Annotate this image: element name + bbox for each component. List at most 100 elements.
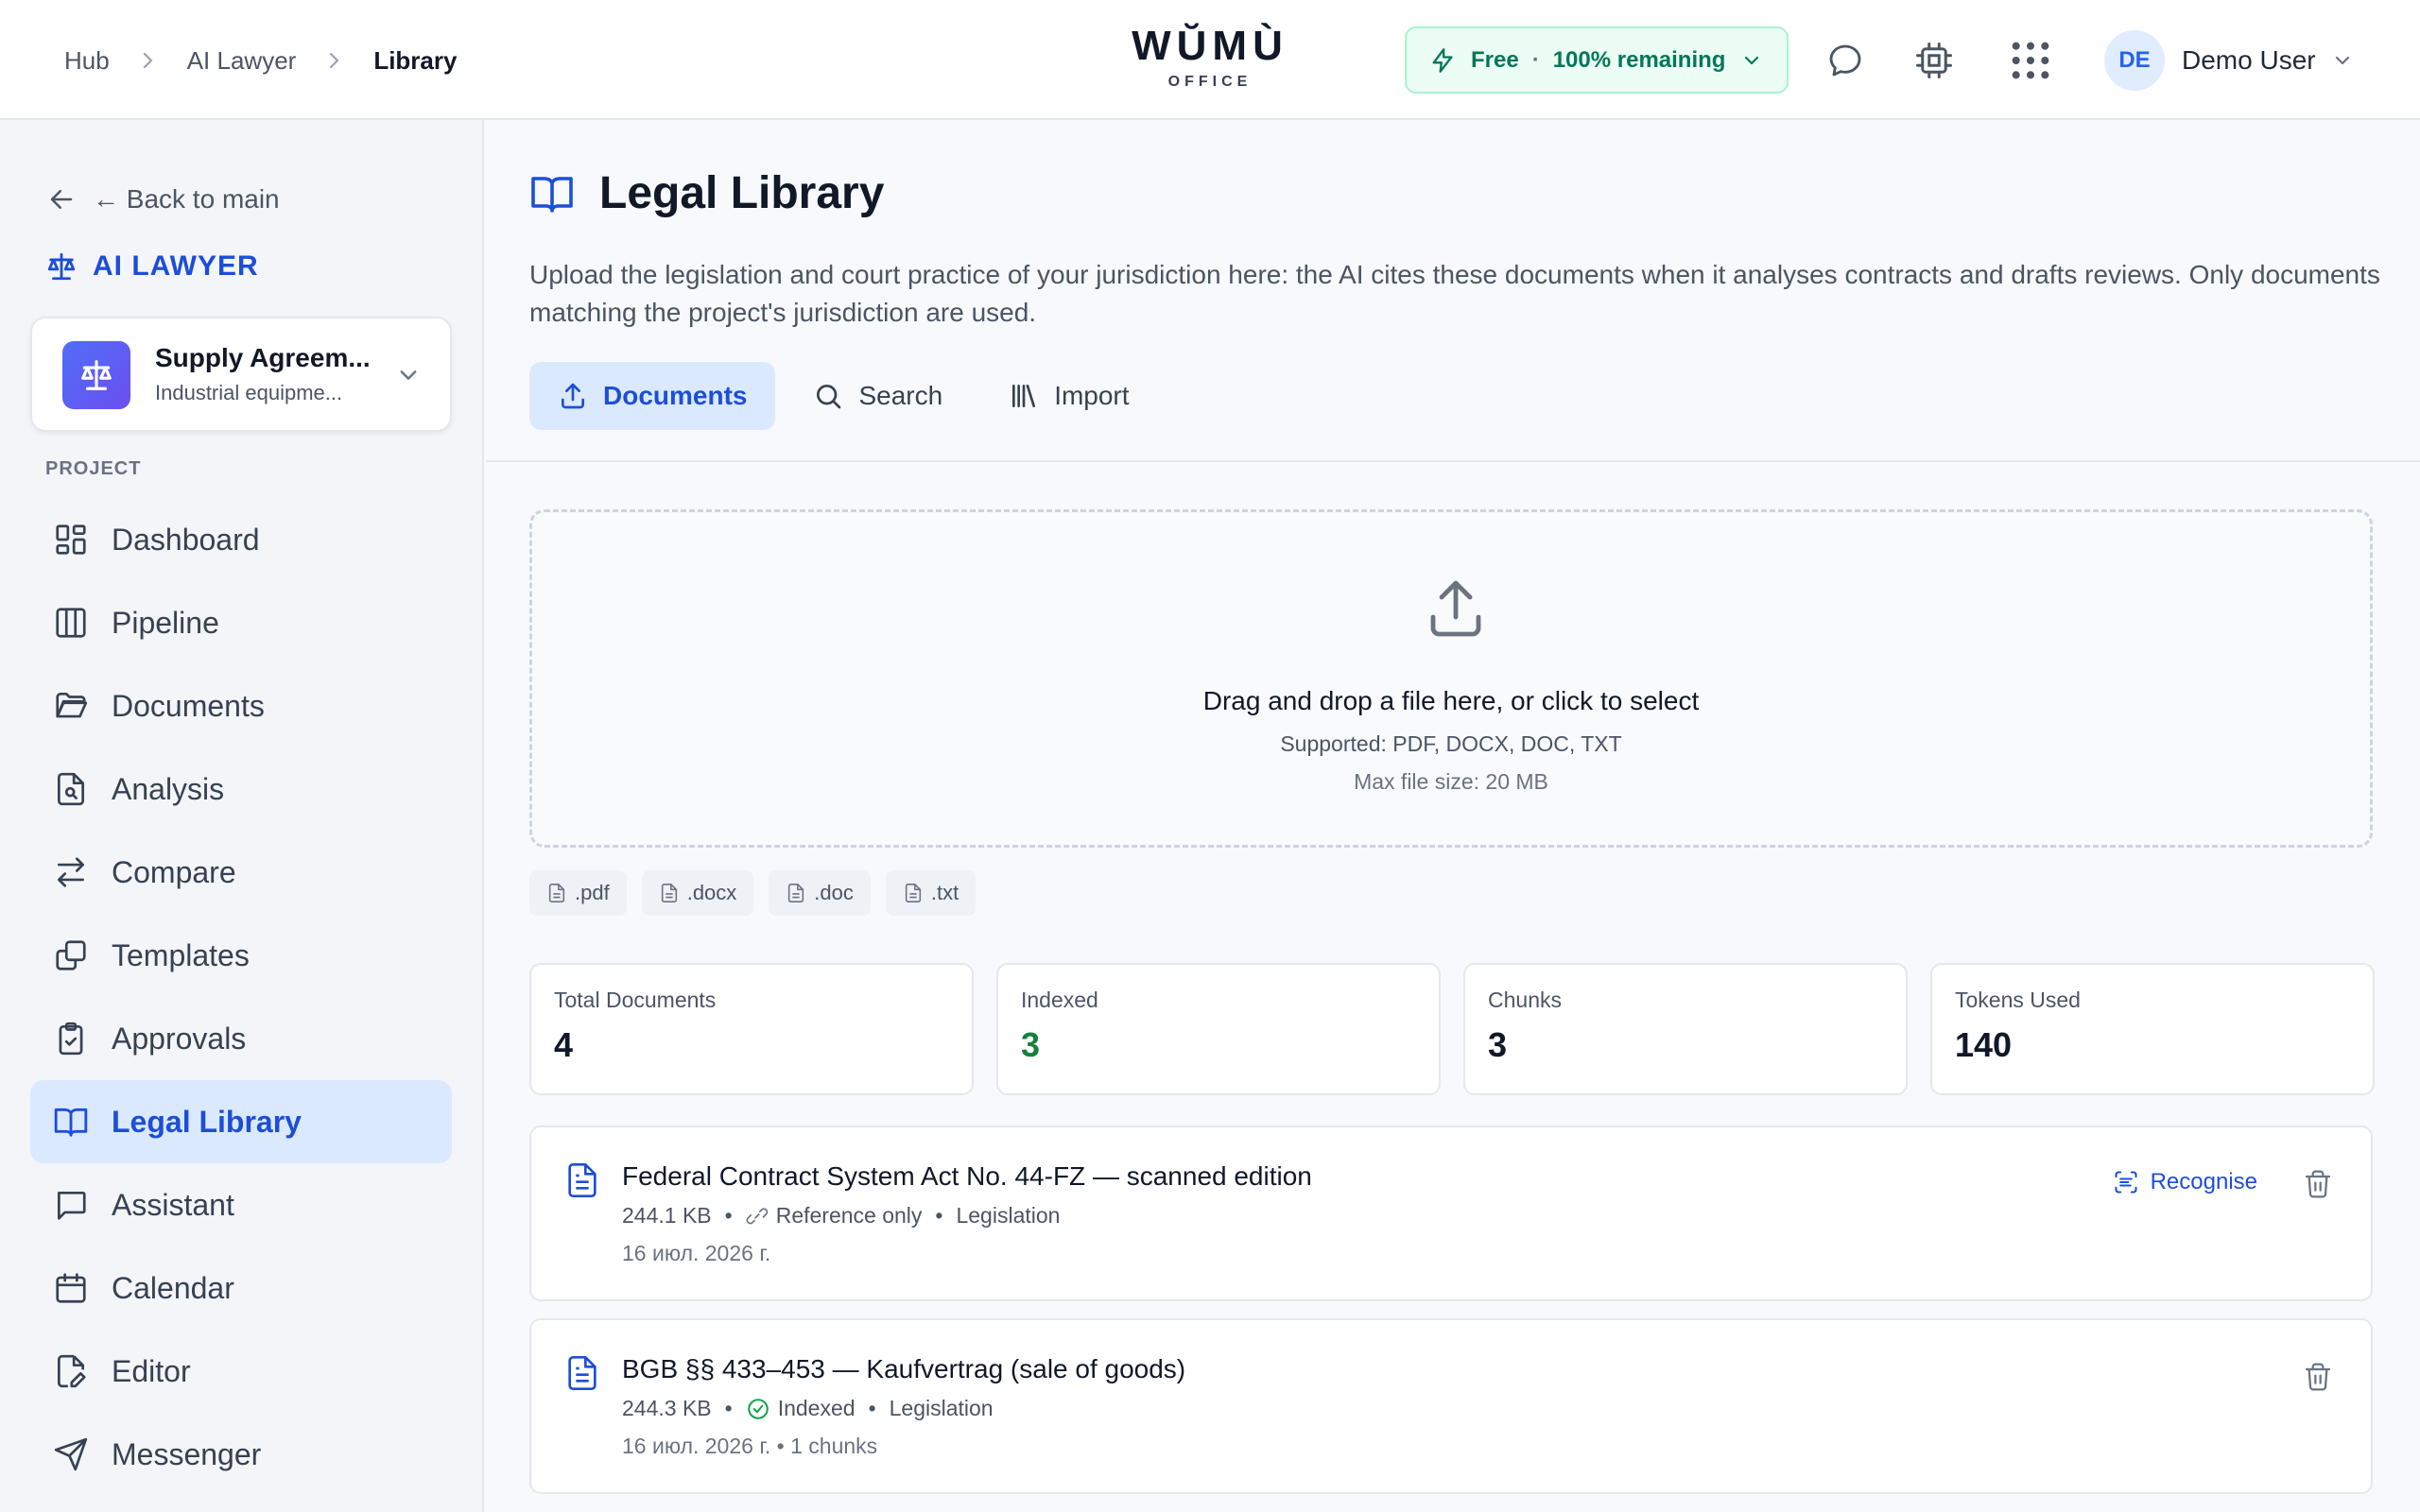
dropzone-max-size: Max file size: 20 MB (1354, 769, 1548, 794)
apps-button[interactable] (2008, 38, 2053, 83)
stats-row: Total Documents 4 Indexed 3 Chunks 3 Tok… (529, 963, 2375, 1095)
page-header: Legal Library Upload the legislation and… (486, 120, 2420, 462)
project-selector[interactable]: Supply Agreem... Industrial equipme... (30, 317, 452, 432)
sidebar-item-label: Messenger (112, 1436, 262, 1471)
file-icon (548, 884, 565, 902)
sidebar-item-approvals[interactable]: Approvals (30, 997, 452, 1080)
document-icon (568, 1163, 596, 1197)
logo-subtitle: OFFICE (1167, 74, 1253, 90)
send-icon (54, 1437, 88, 1471)
search-icon (817, 385, 841, 409)
breadcrumb-ai-lawyer[interactable]: AI Lawyer (187, 46, 297, 76)
pipeline-icon (56, 608, 86, 638)
extension-label: .pdf (575, 881, 610, 904)
stat-label: Indexed (1021, 988, 1098, 1012)
trash-icon (2305, 1363, 2331, 1391)
document-meta: 244.1 KB • Reference only • Legislation (622, 1203, 1060, 1228)
compare-icon (57, 857, 85, 887)
sidebar-item-templates[interactable]: Templates (30, 914, 452, 997)
main-content: Legal Library Upload the legislation and… (486, 120, 2420, 1512)
tab-import[interactable]: Import (980, 362, 1157, 430)
stat-value: 140 (1955, 1025, 2013, 1064)
book-icon (531, 176, 573, 213)
sidebar-item-label: Documents (112, 688, 265, 723)
sidebar-item-label: Templates (112, 937, 250, 972)
delete-button[interactable] (2303, 1362, 2333, 1392)
project-subtitle: Industrial equipme... (155, 381, 343, 404)
arrow-left-icon (50, 190, 73, 209)
document-title: BGB §§ 433–453 — Kaufvertrag (sale of go… (622, 1354, 1186, 1383)
templates-icon (56, 940, 86, 971)
tab-documents[interactable]: Documents (529, 362, 776, 430)
page-title-text: Legal Library (599, 168, 885, 218)
file-icon (661, 884, 677, 902)
section-title: AI LAWYER (45, 250, 259, 283)
chat-icon (57, 1191, 86, 1220)
sidebar-item-calendar[interactable]: Calendar (30, 1246, 452, 1330)
chevron-down-icon (400, 370, 417, 380)
user-name: Demo User (2182, 45, 2316, 75)
project-scales-icon (62, 341, 130, 409)
extension-chip: .docx (641, 870, 754, 916)
library-icon (1012, 385, 1036, 407)
breadcrumb: Hub AI Lawyer Library (64, 42, 457, 79)
back-to-main-link[interactable]: ← Back to main (47, 184, 280, 215)
scales-icon (47, 252, 76, 281)
back-label: ← Back to main (93, 184, 280, 214)
recognise-button[interactable]: Recognise (2113, 1169, 2257, 1195)
processor-button[interactable] (1911, 38, 1957, 83)
check-circle-icon (747, 1398, 769, 1419)
stat-label: Tokens Used (1955, 988, 2081, 1012)
file-icon (788, 884, 804, 902)
sidebar-item-pipeline[interactable]: Pipeline (30, 581, 452, 664)
chat-bubble-icon (1829, 44, 1861, 77)
tab-label: Search (858, 381, 943, 410)
stat-card-total-documents: Total Documents 4 (529, 963, 974, 1095)
sidebar-item-documents[interactable]: Documents (30, 664, 452, 747)
document-date: 16 июл. 2026 г. • 1 chunks (622, 1434, 878, 1458)
extension-label: .doc (814, 881, 854, 904)
plan-remaining: 100% remaining (1552, 46, 1726, 73)
upload-icon (562, 383, 584, 409)
project-name: Supply Agreem... (155, 343, 371, 372)
sidebar-item-compare[interactable]: Compare (30, 831, 452, 914)
sidebar-item-messenger[interactable]: Messenger (30, 1413, 452, 1496)
delete-button[interactable] (2303, 1169, 2333, 1199)
messages-button[interactable] (1823, 38, 1868, 83)
document-size: 244.3 KB (622, 1396, 712, 1420)
file-dropzone[interactable]: Drag and drop a file here, or click to s… (529, 509, 2373, 848)
meta-separator: • (868, 1396, 876, 1420)
sidebar-item-legal-library[interactable]: Legal Library (30, 1080, 452, 1163)
trash-icon (2305, 1170, 2331, 1198)
book-icon (54, 1108, 88, 1137)
file-search-icon (57, 772, 85, 806)
plan-badge[interactable]: Free · 100% remaining (1405, 26, 1789, 94)
document-row[interactable]: Federal Contract System Act No. 44-FZ — … (529, 1125, 2373, 1301)
extension-chip: .pdf (529, 870, 627, 916)
dropzone-title: Drag and drop a file here, or click to s… (1202, 686, 1700, 715)
tab-label: Documents (603, 381, 748, 410)
avatar: DE (2104, 30, 2165, 91)
document-date: 16 июл. 2026 г. (622, 1241, 771, 1265)
section-title-label: AI LAWYER (93, 250, 259, 282)
tab-label: Import (1054, 381, 1130, 410)
app-logo[interactable]: WŬMÙ OFFICE (1125, 23, 1295, 91)
document-category: Legislation (956, 1203, 1061, 1228)
nav-group-label: PROJECT (45, 458, 142, 479)
stat-label: Chunks (1488, 988, 1562, 1012)
sidebar-item-editor[interactable]: Editor (30, 1330, 452, 1413)
user-menu[interactable]: DE Demo User (2104, 30, 2352, 91)
tab-search[interactable]: Search (785, 362, 971, 430)
sidebar-item-analysis[interactable]: Analysis (30, 747, 452, 831)
stat-card-tokens-used: Tokens Used 140 (1930, 963, 2375, 1095)
breadcrumb-hub[interactable]: Hub (64, 46, 110, 76)
meta-separator: • (724, 1203, 733, 1228)
chevron-down-icon (1745, 56, 1759, 64)
clipboard-check-icon (59, 1022, 83, 1056)
tab-bar: Documents Search Import (529, 362, 1167, 430)
upload-icon (1430, 580, 1481, 637)
sidebar-item-dashboard[interactable]: Dashboard (30, 498, 452, 581)
document-row[interactable]: BGB §§ 433–453 — Kaufvertrag (sale of go… (529, 1318, 2373, 1494)
dropzone-supported: Supported: PDF, DOCX, DOC, TXT (1280, 731, 1622, 756)
sidebar-item-assistant[interactable]: Assistant (30, 1163, 452, 1246)
